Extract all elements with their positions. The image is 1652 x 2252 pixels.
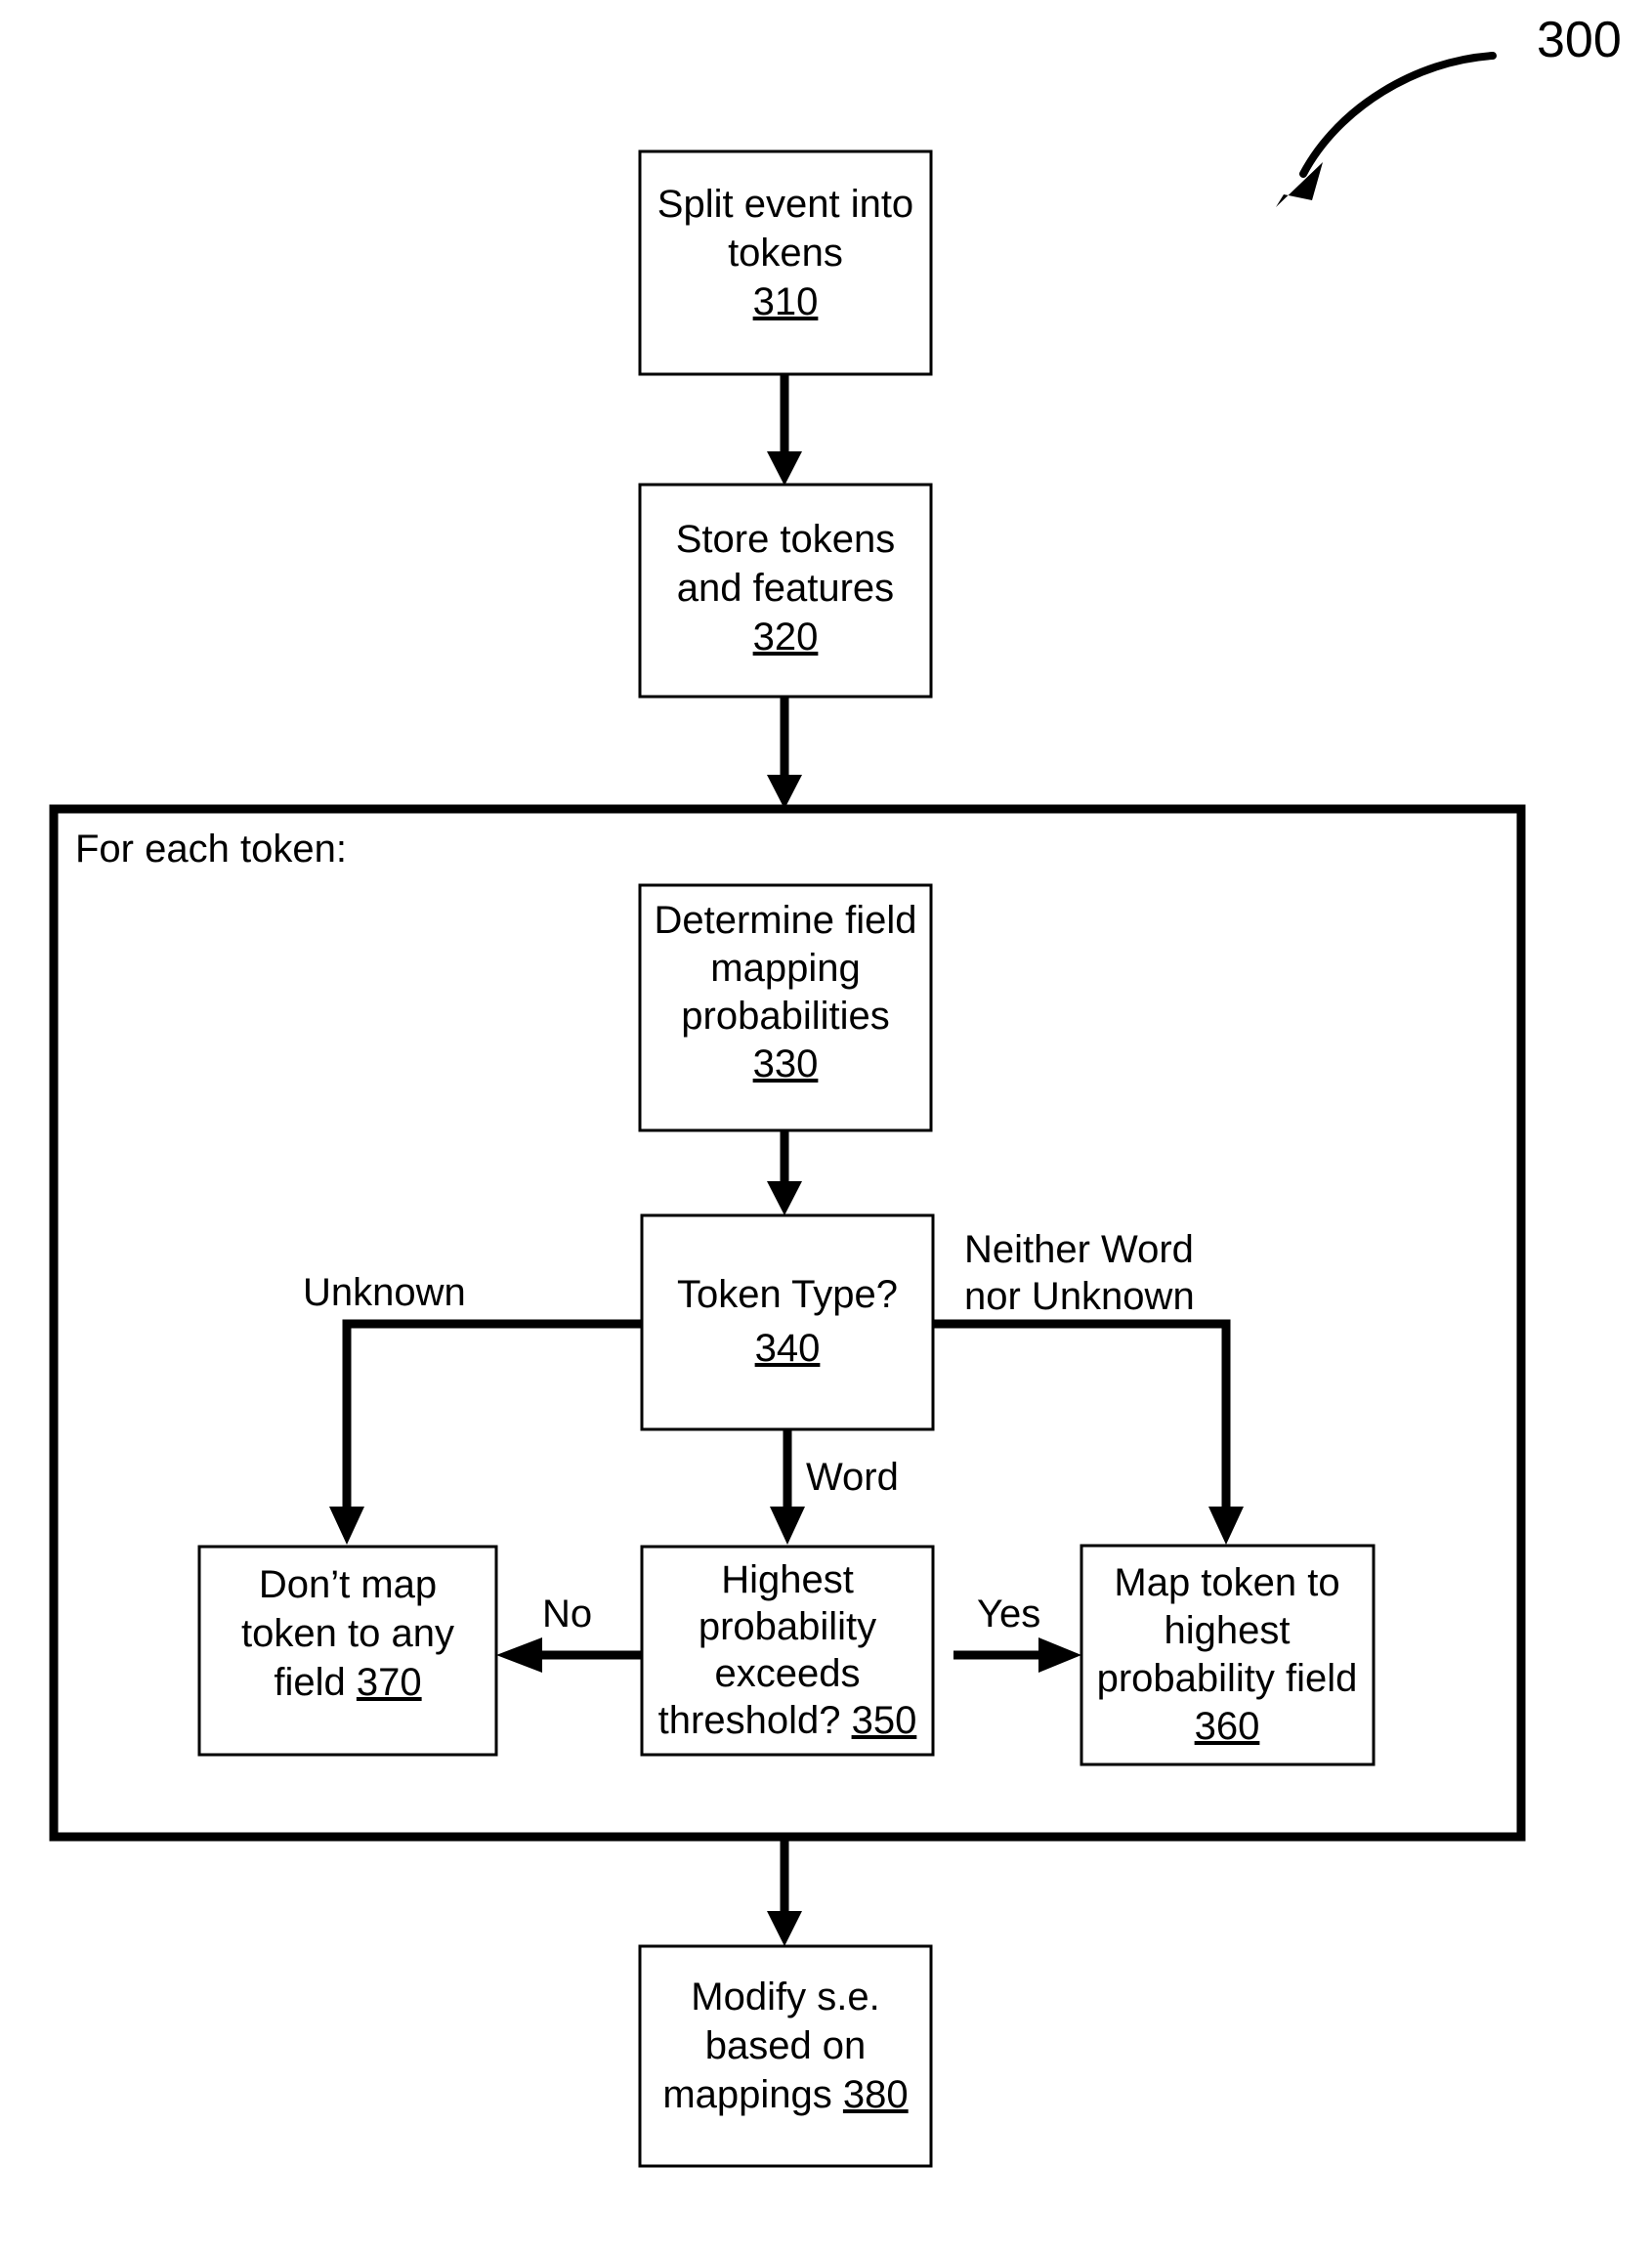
node-330: Determine field mapping probabilities 33…	[638, 883, 933, 1132]
arrow-330-to-340	[767, 1130, 802, 1215]
figure-number: 300	[1537, 12, 1622, 68]
edge-neither-arrowhead	[1208, 1507, 1244, 1545]
node-320-line-1: Store tokens	[676, 518, 896, 561]
node-310-line-2: tokens	[728, 232, 843, 275]
node-320-line-2: and features	[677, 567, 894, 610]
node-380-line-1: Modify s.e.	[691, 1976, 879, 2018]
node-340-rect	[640, 1213, 935, 1431]
node-360-line-3: probability field	[1097, 1657, 1358, 1700]
patent-figure-300: 300 Split event into tokens 310 Store to…	[0, 0, 1652, 2252]
node-360-ref: 360	[1195, 1705, 1260, 1748]
edge-label-neither-line1: Neither Word	[964, 1228, 1194, 1271]
figure-leader-curve	[1299, 52, 1497, 178]
edge-neither-path	[933, 1319, 1231, 1509]
node-350-ref: 350	[852, 1699, 917, 1742]
arrow-320-to-container-head	[767, 775, 802, 809]
edge-unknown-arrowhead	[329, 1507, 364, 1545]
edge-label-no: No	[542, 1593, 592, 1636]
node-350-line-2: probability	[699, 1605, 876, 1648]
edge-word-arrowhead	[770, 1507, 805, 1545]
node-370-line-1: Don’t map	[259, 1563, 437, 1606]
edge-unknown-path	[342, 1319, 642, 1509]
node-310-ref: 310	[753, 280, 819, 323]
edge-no: No	[496, 1593, 642, 1673]
edge-label-unknown: Unknown	[303, 1271, 466, 1314]
node-370-line-3-text: field	[274, 1661, 357, 1704]
node-350-line-3: exceeds	[715, 1652, 861, 1695]
edge-no-arrowhead	[496, 1637, 542, 1673]
edge-unknown: Unknown	[303, 1271, 642, 1545]
node-330-line-3: probabilities	[681, 995, 889, 1038]
edge-neither-word-nor-unknown: Neither Word nor Unknown	[933, 1228, 1244, 1545]
node-310-line-1: Split event into	[657, 183, 913, 226]
flowchart-canvas: 300 Split event into tokens 310 Store to…	[49, 12, 1622, 2168]
node-320-ref: 320	[753, 616, 819, 659]
arrow-container-to-380-head	[767, 1911, 802, 1946]
edge-yes-arrowhead	[1038, 1637, 1081, 1673]
node-360-line-2: highest	[1165, 1609, 1291, 1652]
node-360: Map token to highest probability field 3…	[1080, 1544, 1376, 1766]
figure-leader-arrowhead	[1276, 162, 1323, 207]
node-350: Highest probability exceeds threshold? 3…	[640, 1545, 935, 1757]
node-320: Store tokens and features 320	[638, 483, 933, 699]
node-380-line-3: mappings 380	[662, 2073, 908, 2116]
node-370: Don’t map token to any field 370	[197, 1545, 498, 1757]
node-340-ref: 340	[755, 1327, 821, 1370]
arrow-310-to-320	[767, 374, 802, 486]
node-370-line-2: token to any	[241, 1612, 454, 1655]
arrow-310-to-320-head	[767, 451, 802, 486]
edge-label-yes: Yes	[977, 1593, 1040, 1636]
arrow-320-to-container	[767, 697, 802, 809]
node-350-line-4-text: threshold?	[658, 1699, 852, 1742]
node-330-line-1: Determine field	[654, 899, 916, 942]
node-380: Modify s.e. based on mappings 380	[638, 1944, 933, 2168]
node-380-line-2: based on	[705, 2024, 867, 2067]
arrow-container-to-380	[767, 1837, 802, 1946]
node-330-ref: 330	[753, 1042, 819, 1085]
edge-label-neither-line2: nor Unknown	[964, 1275, 1195, 1318]
edge-label-word: Word	[806, 1456, 899, 1499]
node-350-line-4: threshold? 350	[658, 1699, 917, 1742]
node-370-ref: 370	[357, 1661, 422, 1704]
for-each-token-label: For each token:	[75, 828, 347, 871]
node-330-line-2: mapping	[710, 947, 860, 990]
node-310: Split event into tokens 310	[638, 149, 933, 376]
edge-word: Word	[770, 1429, 899, 1545]
node-380-line-3-text: mappings	[662, 2073, 843, 2116]
node-350-line-1: Highest	[721, 1558, 854, 1601]
figure-number-group: 300	[1276, 12, 1622, 207]
node-340-line-1: Token Type?	[677, 1273, 898, 1316]
edge-yes: Yes	[953, 1593, 1081, 1673]
node-340: Token Type? 340	[640, 1213, 935, 1431]
node-360-line-1: Map token to	[1114, 1561, 1339, 1604]
node-370-line-3: field 370	[274, 1661, 421, 1704]
arrow-330-to-340-head	[767, 1181, 802, 1215]
node-380-ref: 380	[843, 2073, 909, 2116]
